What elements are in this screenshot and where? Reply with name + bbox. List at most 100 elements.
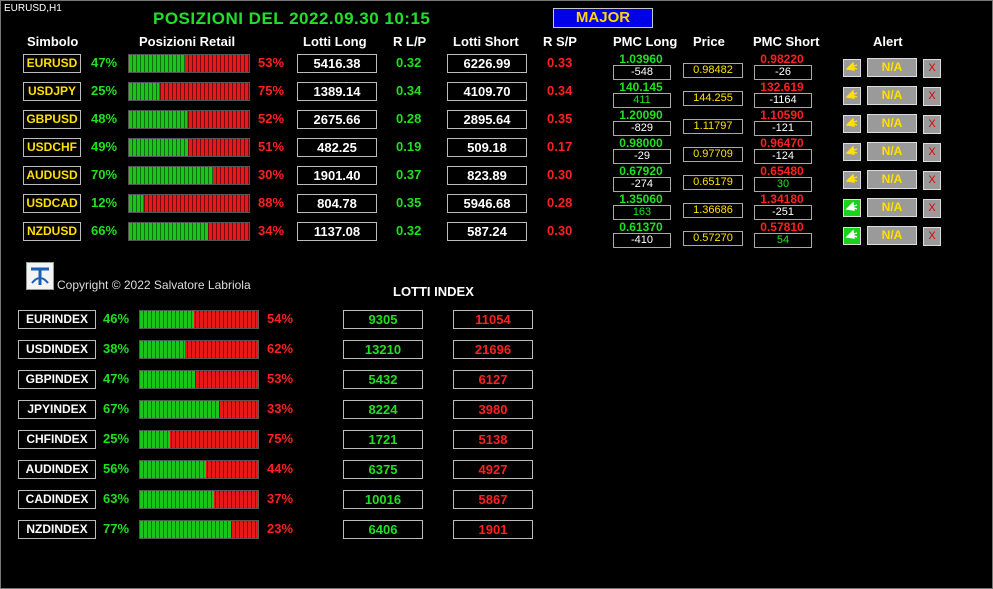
symbol-button[interactable]: AUDUSD	[23, 166, 81, 185]
header-pmc-long: PMC Long	[613, 34, 678, 49]
na-alert-button[interactable]: N/A	[867, 226, 917, 245]
remove-alert-button[interactable]: X	[923, 115, 941, 134]
long-percent: 25%	[91, 83, 118, 98]
header-simbolo: Simbolo	[27, 34, 79, 49]
index-long-value: 6406	[343, 520, 423, 539]
index-long-percent: 47%	[103, 371, 130, 386]
index-long-fill	[140, 341, 185, 358]
pmc-long-diff: -548	[613, 65, 671, 80]
alert-bell-icon[interactable]	[843, 199, 861, 217]
index-short-percent: 44%	[267, 461, 294, 476]
index-long-fill	[140, 311, 195, 328]
major-button[interactable]: MAJOR	[553, 8, 653, 28]
header-posizioni-retail: Posizioni Retail	[139, 34, 236, 49]
index-symbol-button[interactable]: CADINDEX	[18, 490, 96, 509]
alert-bell-icon[interactable]	[843, 227, 861, 245]
short-percent: 52%	[258, 111, 285, 126]
na-alert-button[interactable]: N/A	[867, 58, 917, 77]
remove-alert-button[interactable]: X	[923, 59, 941, 78]
pmc-short-value: 132.619	[760, 80, 804, 94]
index-position-bar	[139, 340, 259, 359]
symbol-button[interactable]: USDCHF	[23, 138, 81, 157]
index-short-percent: 62%	[267, 341, 294, 356]
remove-alert-button[interactable]: X	[923, 227, 941, 246]
alert-bell-icon[interactable]	[843, 171, 861, 189]
pmc-short-value: 0.65480	[760, 164, 804, 178]
na-alert-button[interactable]: N/A	[867, 114, 917, 133]
price-value: 144.255	[683, 91, 743, 106]
remove-alert-button[interactable]: X	[923, 171, 941, 190]
symbol-button[interactable]: NZDUSD	[23, 222, 81, 241]
short-percent: 51%	[258, 139, 285, 154]
rsp-value: 0.28	[547, 195, 573, 210]
index-short-percent: 53%	[267, 371, 294, 386]
price-value: 1.36686	[683, 203, 743, 218]
index-long-percent: 25%	[103, 431, 130, 446]
index-symbol-button[interactable]: EURINDEX	[18, 310, 96, 329]
symbol-button[interactable]: USDCAD	[23, 194, 81, 213]
chart-symbol-label: EURUSD,H1	[4, 3, 62, 14]
symbol-button[interactable]: GBPUSD	[23, 110, 81, 129]
pmc-short-diff: 30	[754, 177, 812, 192]
na-alert-button[interactable]: N/A	[867, 170, 917, 189]
pmc-long-value: 140.145	[619, 80, 663, 94]
remove-alert-button[interactable]: X	[923, 87, 941, 106]
index-long-value: 9305	[343, 310, 423, 329]
index-short-percent: 54%	[267, 311, 294, 326]
pmc-short-diff: -124	[754, 149, 812, 164]
index-symbol-button[interactable]: USDINDEX	[18, 340, 96, 359]
index-long-percent: 56%	[103, 461, 130, 476]
na-alert-button[interactable]: N/A	[867, 198, 917, 217]
pmc-long-diff: 163	[613, 205, 671, 220]
lotti-short-value: 6226.99	[447, 54, 527, 73]
header-rlp: R L/P	[393, 34, 427, 49]
index-short-percent: 75%	[267, 431, 294, 446]
price-value: 0.98482	[683, 63, 743, 78]
long-fill	[129, 111, 187, 128]
pmc-long-value: 0.61370	[619, 220, 663, 234]
long-fill	[129, 167, 213, 184]
short-percent: 75%	[258, 83, 285, 98]
short-percent: 53%	[258, 55, 285, 70]
index-long-value: 8224	[343, 400, 423, 419]
index-position-bar	[139, 490, 259, 509]
index-symbol-button[interactable]: AUDINDEX	[18, 460, 96, 479]
index-long-percent: 67%	[103, 401, 130, 416]
symbol-button[interactable]: EURUSD	[23, 54, 81, 73]
pmc-long-value: 1.35060	[619, 192, 663, 206]
index-short-percent: 23%	[267, 521, 294, 536]
alert-bell-icon[interactable]	[843, 115, 861, 133]
lotti-long-value: 2675.66	[297, 110, 377, 129]
na-alert-button[interactable]: N/A	[867, 86, 917, 105]
remove-alert-button[interactable]: X	[923, 199, 941, 218]
index-symbol-button[interactable]: NZDINDEX	[18, 520, 96, 539]
index-long-percent: 46%	[103, 311, 130, 326]
index-long-value: 13210	[343, 340, 423, 359]
header-rsp: R S/P	[543, 34, 577, 49]
symbol-button[interactable]: USDJPY	[23, 82, 81, 101]
index-long-fill	[140, 521, 231, 538]
pmc-short-diff: -1164	[754, 93, 812, 108]
lotti-long-value: 5416.38	[297, 54, 377, 73]
alert-bell-icon[interactable]	[843, 87, 861, 105]
pmc-short-diff: -121	[754, 121, 812, 136]
rlp-value: 0.37	[396, 167, 422, 182]
lotti-long-value: 1901.40	[297, 166, 377, 185]
remove-alert-button[interactable]: X	[923, 143, 941, 162]
pmc-long-diff: 411	[613, 93, 671, 108]
rlp-value: 0.19	[396, 139, 422, 154]
index-long-value: 10016	[343, 490, 423, 509]
rsp-value: 0.34	[547, 83, 573, 98]
index-position-bar	[139, 460, 259, 479]
index-long-value: 1721	[343, 430, 423, 449]
long-fill	[129, 83, 159, 100]
rsp-value: 0.17	[547, 139, 573, 154]
alert-bell-icon[interactable]	[843, 143, 861, 161]
index-symbol-button[interactable]: GBPINDEX	[18, 370, 96, 389]
na-alert-button[interactable]: N/A	[867, 142, 917, 161]
index-short-percent: 33%	[267, 401, 294, 416]
alert-bell-icon[interactable]	[843, 59, 861, 77]
index-symbol-button[interactable]: JPYINDEX	[18, 400, 96, 419]
index-symbol-button[interactable]: CHFINDEX	[18, 430, 96, 449]
app-logo-icon	[26, 262, 54, 290]
